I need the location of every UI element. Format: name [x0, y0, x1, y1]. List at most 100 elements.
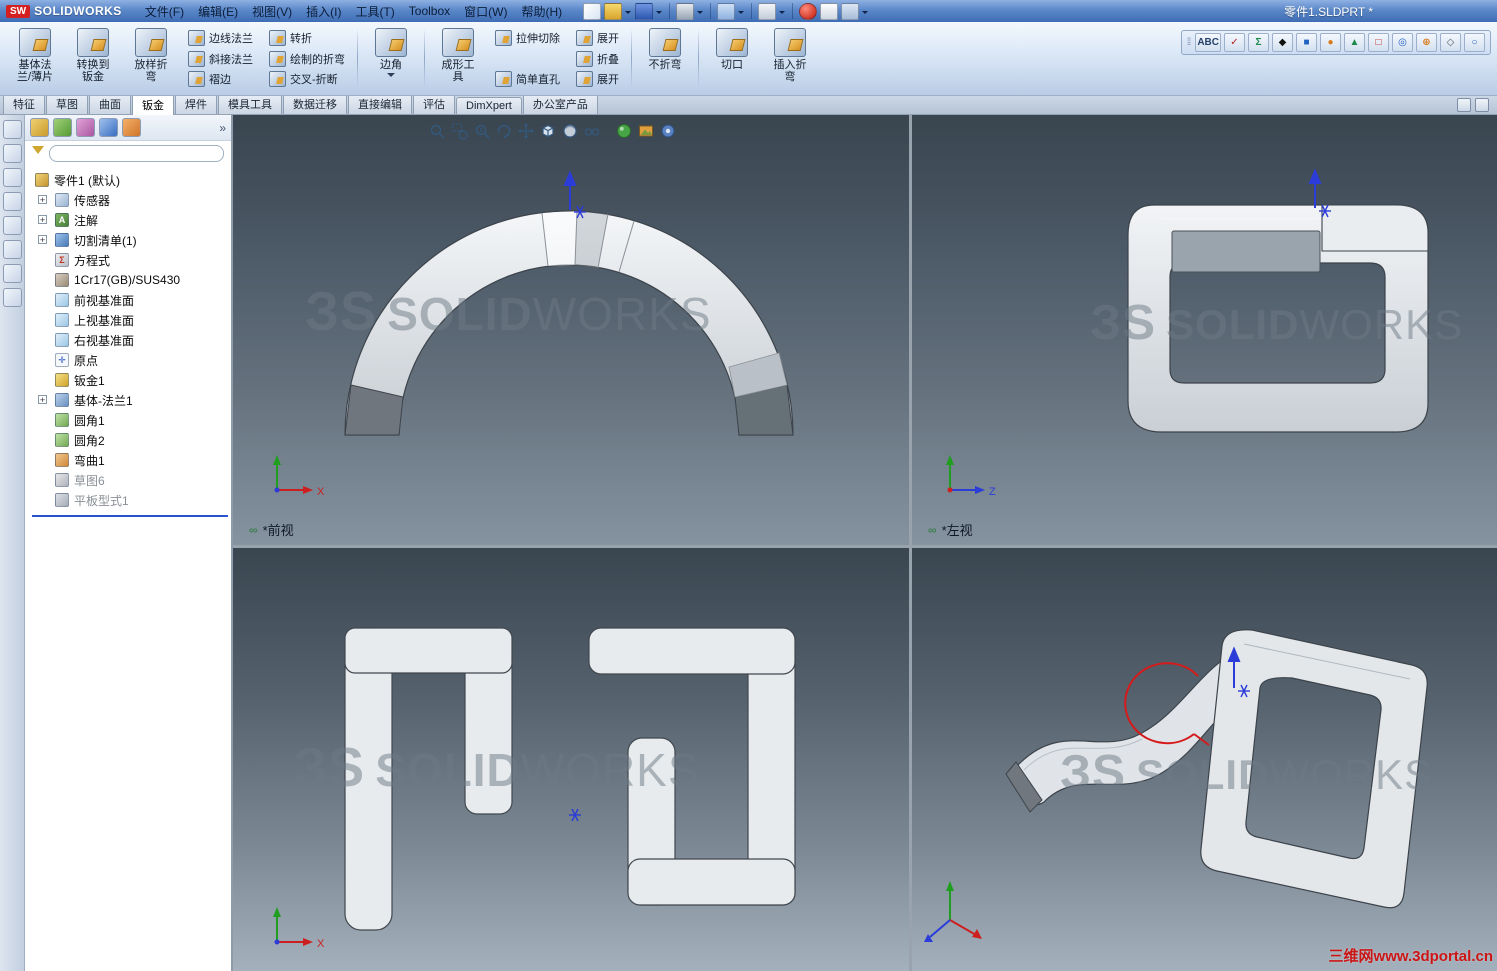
zoom-fit-icon[interactable]	[430, 124, 445, 139]
viewport-front[interactable]: X ЗS SOLIDWORKS ∞ *前视	[233, 115, 909, 545]
quick-tool-icon[interactable]: ●	[1320, 33, 1341, 52]
sketched-bend-button[interactable]: 绘制的折弯	[263, 49, 351, 69]
unfold-button[interactable]: 展开	[570, 28, 625, 48]
side-toolbar-icon-1[interactable]	[2, 120, 22, 139]
menu-tools[interactable]: 工具(T)	[348, 1, 401, 22]
tree-item-right-plane[interactable]: 右视基准面	[29, 330, 231, 350]
save-dropdown-icon[interactable]	[656, 11, 663, 17]
expand-icon[interactable]: +	[38, 235, 47, 245]
no-bends-button[interactable]: 不折弯	[636, 24, 694, 93]
rollback-bar[interactable]	[32, 515, 228, 517]
menu-toolbox[interactable]: Toolbox	[402, 2, 457, 20]
quick-tool-icon[interactable]: ■	[1296, 33, 1317, 52]
viewport-isometric[interactable]: ЗS SOLIDWORKS 三维网www.3dportal.cn	[912, 548, 1497, 971]
undo-dropdown-icon[interactable]	[738, 11, 745, 17]
tree-item-annotations[interactable]: + A 注解	[29, 210, 231, 230]
tree-filter-input[interactable]	[49, 145, 224, 162]
tree-item-cut-list[interactable]: + 切割清单(1)	[29, 230, 231, 250]
view-settings-icon[interactable]	[661, 124, 675, 138]
hem-button[interactable]: 褶边	[182, 69, 259, 89]
ribbon-options-icon[interactable]	[1475, 98, 1489, 112]
select-dropdown-icon[interactable]	[779, 11, 786, 17]
drawing-sheet-icon[interactable]	[820, 2, 839, 20]
viewport-left[interactable]: Z ЗS SOLIDWORKS ∞ *左视	[912, 115, 1497, 545]
open-icon[interactable]	[604, 2, 623, 20]
feature-manager-tab-icon[interactable]	[30, 118, 49, 137]
lofted-bend-button[interactable]: 放样折 弯	[122, 24, 180, 93]
display-style-icon[interactable]	[563, 124, 577, 138]
expand-icon[interactable]: +	[38, 395, 47, 405]
quick-tool-icon[interactable]: ⊕	[1416, 33, 1437, 52]
convert-to-sheet-metal-button[interactable]: 转换到 钣金	[64, 24, 122, 93]
quick-tool-icon[interactable]: ◎	[1392, 33, 1413, 52]
print-icon[interactable]	[676, 2, 695, 20]
rotate-view-icon[interactable]	[497, 124, 511, 139]
menu-insert[interactable]: 插入(I)	[299, 1, 348, 22]
expand-icon[interactable]: +	[38, 215, 47, 225]
base-flange-button[interactable]: 基体法 兰/薄片	[6, 24, 64, 93]
tab-office-products[interactable]: 办公室产品	[522, 93, 598, 114]
toolbar-grip-icon[interactable]: ⁞⁞	[1187, 37, 1191, 48]
tab-weldments[interactable]: 焊件	[175, 93, 217, 114]
tree-item-sheet-metal1[interactable]: 钣金1	[29, 370, 231, 390]
tab-evaluate[interactable]: 评估	[413, 93, 455, 114]
panel-overflow-icon[interactable]: »	[219, 121, 226, 135]
select-icon[interactable]	[758, 2, 777, 20]
zoom-area-icon[interactable]	[451, 123, 468, 140]
menu-edit[interactable]: 编辑(E)	[191, 1, 245, 22]
new-document-icon[interactable]	[583, 2, 602, 20]
open-dropdown-icon[interactable]	[625, 11, 632, 17]
display-manager-tab-icon[interactable]	[122, 118, 141, 137]
extruded-cut-button[interactable]: 拉伸切除	[489, 28, 566, 48]
tree-item-fillet2[interactable]: 圆角2	[29, 430, 231, 450]
view-orientation-icon[interactable]	[542, 124, 554, 138]
tree-item-base-flange1[interactable]: + 基体-法兰1	[29, 390, 231, 410]
left-view-model[interactable]: Z	[912, 115, 1497, 545]
simple-hole-button[interactable]: 简单直孔	[489, 69, 566, 89]
side-toolbar-icon-6[interactable]	[2, 240, 22, 259]
tree-item-material[interactable]: 1Cr17(GB)/SUS430	[29, 270, 231, 290]
miter-flange-button[interactable]: 斜接法兰	[182, 49, 259, 69]
quick-tool-icon[interactable]: ◇	[1440, 33, 1461, 52]
menu-file[interactable]: 文件(F)	[138, 1, 191, 22]
cross-break-button[interactable]: 交叉-折断	[263, 69, 351, 89]
tree-item-sketch6[interactable]: 草图6	[29, 470, 231, 490]
front-view-model[interactable]: X	[233, 115, 909, 545]
tree-item-front-plane[interactable]: 前视基准面	[29, 290, 231, 310]
side-toolbar-icon-5[interactable]	[2, 216, 22, 235]
top-view-model[interactable]: X	[233, 548, 909, 971]
side-toolbar-icon-7[interactable]	[2, 264, 22, 283]
menu-help[interactable]: 帮助(H)	[514, 1, 569, 22]
save-icon[interactable]	[635, 2, 654, 20]
quick-tool-icon[interactable]: □	[1368, 33, 1389, 52]
jog-button[interactable]: 转折	[263, 28, 351, 48]
rip-button[interactable]: 切口	[703, 24, 761, 93]
corner-button[interactable]: 边角	[362, 24, 420, 93]
tab-direct-editing[interactable]: 直接编辑	[348, 93, 412, 114]
tree-item-part-root[interactable]: 零件1 (默认)	[29, 170, 231, 190]
expand-icon[interactable]: +	[38, 195, 47, 205]
fold-button[interactable]: 折叠	[570, 49, 625, 69]
quick-tool-icon[interactable]: ○	[1464, 33, 1485, 52]
tree-item-sensors[interactable]: + 传感器	[29, 190, 231, 210]
edge-flange-button[interactable]: 边线法兰	[182, 28, 259, 48]
undo-icon[interactable]	[717, 2, 736, 20]
collapse-ribbon-icon[interactable]	[1457, 98, 1471, 112]
configuration-manager-tab-icon[interactable]	[76, 118, 95, 137]
tab-surfaces[interactable]: 曲面	[89, 93, 131, 114]
tab-data-migration[interactable]: 数据迁移	[283, 93, 347, 114]
quick-tool-icon[interactable]: ▲	[1344, 33, 1365, 52]
tree-item-fillet1[interactable]: 圆角1	[29, 410, 231, 430]
side-toolbar-icon-8[interactable]	[2, 288, 22, 307]
tree-item-equations[interactable]: Σ 方程式	[29, 250, 231, 270]
dimxpert-manager-tab-icon[interactable]	[99, 118, 118, 137]
menu-view[interactable]: 视图(V)	[245, 1, 299, 22]
side-toolbar-icon-3[interactable]	[2, 168, 22, 187]
side-toolbar-icon-2[interactable]	[2, 144, 22, 163]
apply-scene-icon[interactable]	[639, 125, 653, 137]
pan-icon[interactable]	[518, 123, 534, 139]
spell-check-icon[interactable]: ABC	[1195, 33, 1221, 52]
filter-icon[interactable]	[32, 145, 44, 160]
tree-item-top-plane[interactable]: 上视基准面	[29, 310, 231, 330]
tab-sheet-metal[interactable]: 钣金	[132, 93, 174, 115]
